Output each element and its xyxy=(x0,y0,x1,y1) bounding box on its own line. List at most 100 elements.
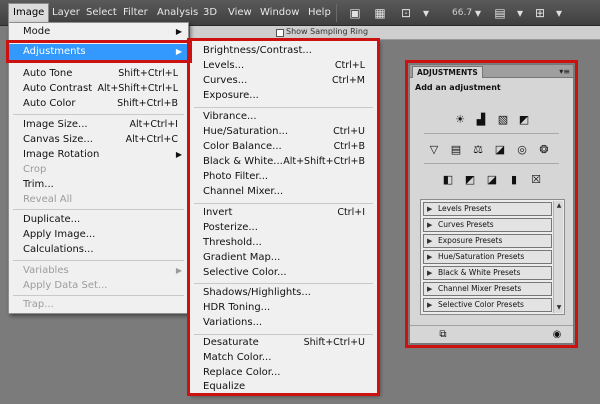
menu-item-shadows-highlights[interactable]: Shadows/Highlights... xyxy=(190,286,377,301)
menu-item-black-white[interactable]: Black & White... Alt+Shift+Ctrl+B xyxy=(190,155,377,170)
menu-item-apply-image[interactable]: Apply Image... xyxy=(9,227,188,243)
icon-row-separator xyxy=(424,163,559,164)
menu-help[interactable]: Help xyxy=(304,0,335,26)
menu-separator xyxy=(13,209,184,210)
channel-mixer-icon[interactable]: ❂ xyxy=(536,142,552,158)
menu-item-reveal-all[interactable]: Reveal All xyxy=(9,192,188,208)
menu-item-vibrance[interactable]: Vibrance... xyxy=(190,110,377,125)
show-sampling-ring-checkbox[interactable] xyxy=(276,29,284,37)
photo-filter-icon[interactable]: ◎ xyxy=(514,142,530,158)
screen-mode-icon[interactable]: ▣ xyxy=(347,5,363,21)
panel-heading: Add an adjustment xyxy=(415,83,501,92)
menu-item-mode[interactable]: Mode ▶ xyxy=(9,24,188,40)
scroll-down-icon[interactable]: ▼ xyxy=(554,303,564,313)
exposure-icon[interactable]: ◩ xyxy=(516,112,532,128)
menu-item-variations[interactable]: Variations... xyxy=(190,316,377,331)
menu-item-image-rotation[interactable]: Image Rotation ▶ xyxy=(9,147,188,163)
zoom-value-dropdown-icon[interactable]: ▾ xyxy=(470,5,486,21)
arrange-icon[interactable]: ▤ xyxy=(492,5,508,21)
preset-channel-mixer[interactable]: ▶ Channel Mixer Presets xyxy=(423,282,552,296)
scroll-up-icon[interactable]: ▲ xyxy=(554,201,564,211)
presets-scrollbar[interactable]: ▲ ▼ xyxy=(553,201,563,313)
menu-item-levels[interactable]: Levels... Ctrl+L xyxy=(190,59,377,74)
show-sampling-ring-label: Show Sampling Ring xyxy=(286,27,369,36)
menu-item-color-balance[interactable]: Color Balance... Ctrl+B xyxy=(190,140,377,155)
vibrance-icon[interactable]: ▽ xyxy=(426,142,442,158)
panel-tab-adjustments[interactable]: ADJUSTMENTS xyxy=(412,66,483,78)
menu-item-brightness-contrast[interactable]: Brightness/Contrast... xyxy=(190,44,377,59)
color-balance-icon[interactable]: ⚖ xyxy=(470,142,486,158)
expand-triangle-icon: ▶ xyxy=(427,205,433,213)
menu-item-crop[interactable]: Crop xyxy=(9,162,188,178)
menu-item-auto-color[interactable]: Auto Color Shift+Ctrl+B xyxy=(9,96,188,112)
menu-item-match-color[interactable]: Match Color... xyxy=(190,351,377,366)
screen-toggle-dropdown-icon[interactable]: ▾ xyxy=(551,5,567,21)
visibility-icon[interactable]: ◉ xyxy=(550,328,564,341)
menu-item-invert[interactable]: Invert Ctrl+I xyxy=(190,206,377,221)
levels-icon[interactable]: ▟ xyxy=(473,112,489,128)
adjustments-panel: ADJUSTMENTS ▾≡ Add an adjustment ☀ ▟ ▧ ◩… xyxy=(409,64,574,344)
menu-item-canvas-size[interactable]: Canvas Size... Alt+Ctrl+C xyxy=(9,132,188,148)
menu-item-selective-color[interactable]: Selective Color... xyxy=(190,266,377,281)
zoom-dropdown-icon[interactable]: ▾ xyxy=(418,5,434,21)
menu-item-exposure[interactable]: Exposure... xyxy=(190,89,377,104)
preset-levels[interactable]: ▶ Levels Presets xyxy=(423,202,552,216)
expand-triangle-icon: ▶ xyxy=(427,237,433,245)
menu-separator xyxy=(13,295,184,296)
preset-hue-saturation[interactable]: ▶ Hue/Saturation Presets xyxy=(423,250,552,264)
menu-view[interactable]: View xyxy=(224,0,256,26)
menu-separator xyxy=(194,334,373,335)
expand-triangle-icon: ▶ xyxy=(427,253,433,261)
preset-curves[interactable]: ▶ Curves Presets xyxy=(423,218,552,232)
gradient-map-icon[interactable]: ▮ xyxy=(506,172,522,188)
adjustments-submenu: Brightness/Contrast... Levels... Ctrl+L C… xyxy=(189,40,378,394)
menu-item-hue-saturation[interactable]: Hue/Saturation... Ctrl+U xyxy=(190,125,377,140)
posterize-icon[interactable]: ◩ xyxy=(462,172,478,188)
menu-item-duplicate[interactable]: Duplicate... xyxy=(9,212,188,228)
menu-image[interactable]: Image xyxy=(8,3,50,23)
panel-menu-icon[interactable]: ▾≡ xyxy=(559,66,570,77)
expand-triangle-icon: ▶ xyxy=(427,285,433,293)
menu-window[interactable]: Window xyxy=(256,0,303,26)
menu-item-apply-data-set[interactable]: Apply Data Set... xyxy=(9,278,188,294)
menu-item-trim[interactable]: Trim... xyxy=(9,177,188,193)
menu-item-variables[interactable]: Variables ▶ xyxy=(9,263,188,279)
menu-item-posterize[interactable]: Posterize... xyxy=(190,221,377,236)
selective-color-icon[interactable]: ☒ xyxy=(528,172,544,188)
panel-footer: ⧉ ◉ xyxy=(410,325,573,343)
curves-icon[interactable]: ▧ xyxy=(495,112,511,128)
menu-item-auto-tone[interactable]: Auto Tone Shift+Ctrl+L xyxy=(9,66,188,82)
menu-separator xyxy=(13,114,184,115)
menu-separator xyxy=(194,107,373,108)
preset-selective-color[interactable]: ▶ Selective Color Presets xyxy=(423,298,552,312)
menu-item-equalize[interactable]: Equalize xyxy=(190,380,377,395)
menu-item-photo-filter[interactable]: Photo Filter... xyxy=(190,170,377,185)
menu-item-trap[interactable]: Trap... xyxy=(9,297,188,313)
submenu-arrow-icon: ▶ xyxy=(175,266,182,275)
menu-item-curves[interactable]: Curves... Ctrl+M xyxy=(190,74,377,89)
menu-item-adjustments[interactable]: Adjustments ▶ xyxy=(9,44,188,60)
preset-exposure[interactable]: ▶ Exposure Presets xyxy=(423,234,552,248)
menu-item-gradient-map[interactable]: Gradient Map... xyxy=(190,251,377,266)
invert-icon[interactable]: ◧ xyxy=(440,172,456,188)
menu-item-channel-mixer[interactable]: Channel Mixer... xyxy=(190,185,377,200)
clip-to-layer-icon[interactable]: ⧉ xyxy=(436,328,450,341)
menu-item-hdr-toning[interactable]: HDR Toning... xyxy=(190,301,377,316)
screen-toggle-icon[interactable]: ⊞ xyxy=(532,5,548,21)
menu-item-calculations[interactable]: Calculations... xyxy=(9,242,188,258)
menu-item-replace-color[interactable]: Replace Color... xyxy=(190,366,377,381)
grid-icon[interactable]: ▦ xyxy=(372,5,388,21)
hue-saturation-icon[interactable]: ▤ xyxy=(448,142,464,158)
zoom-tool-icon[interactable]: ⊡ xyxy=(398,5,414,21)
preset-black-white[interactable]: ▶ Black & White Presets xyxy=(423,266,552,280)
arrange-dropdown-icon[interactable]: ▾ xyxy=(512,5,528,21)
menu-item-desaturate[interactable]: Desaturate Shift+Ctrl+U xyxy=(190,336,377,351)
brightness-icon[interactable]: ☀ xyxy=(452,112,468,128)
black-white-icon[interactable]: ◪ xyxy=(492,142,508,158)
options-strip: Show Sampling Ring xyxy=(190,26,600,40)
menu-item-threshold[interactable]: Threshold... xyxy=(190,236,377,251)
menu-3d[interactable]: 3D xyxy=(199,0,221,26)
menu-item-image-size[interactable]: Image Size... Alt+Ctrl+I xyxy=(9,117,188,133)
menu-item-auto-contrast[interactable]: Auto Contrast Alt+Shift+Ctrl+L xyxy=(9,81,188,97)
threshold-icon[interactable]: ◪ xyxy=(484,172,500,188)
